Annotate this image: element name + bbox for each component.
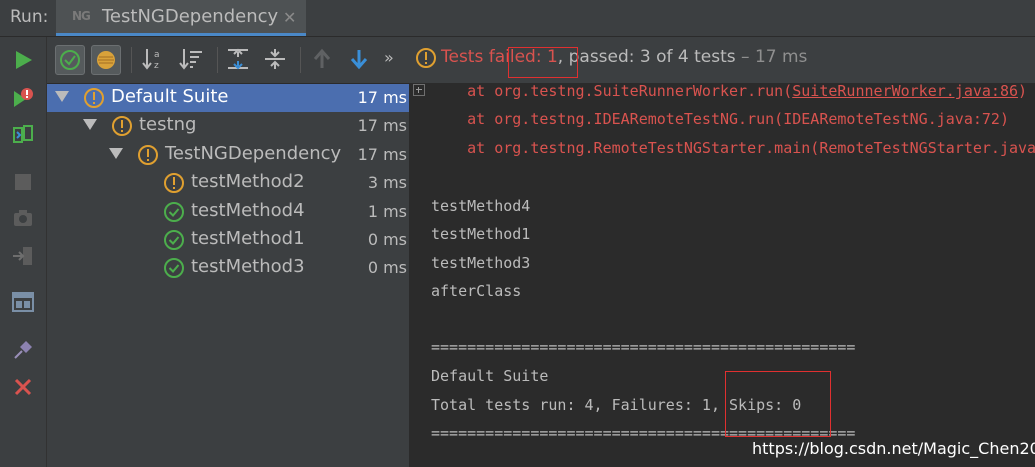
tree-node-duration: 17 ms — [357, 144, 407, 164]
test-warning-icon — [137, 144, 159, 170]
test-passed-icon — [163, 229, 185, 255]
toolbar-separator — [131, 47, 132, 73]
test-status-summary: Tests failed: 1, passed: 3 of 4 tests – … — [441, 47, 807, 67]
test-passed-icon — [163, 201, 185, 227]
tree-node-duration: 17 ms — [357, 116, 407, 136]
toolbar-separator — [217, 47, 218, 73]
console-line: afterClass — [431, 282, 522, 300]
svg-text:a: a — [154, 50, 160, 60]
test-warning-icon — [111, 115, 133, 141]
stacktrace-line: at org.testng.SuiteRunnerWorker.run(Suit… — [431, 84, 1028, 100]
tree-node-label: testng — [139, 114, 197, 136]
show-ignored-icon[interactable] — [91, 45, 121, 75]
watermark: https://blog.csdn.net/Magic_Chen2012 — [752, 439, 1035, 458]
show-passed-icon[interactable] — [55, 45, 85, 75]
toolbar-separator — [300, 47, 301, 73]
svg-text:z: z — [154, 61, 159, 71]
tab-close-icon[interactable]: ✕ — [283, 8, 296, 27]
tree-node[interactable]: Default Suite 17 ms — [47, 84, 409, 112]
test-warning-icon — [83, 87, 105, 113]
run-label: Run: — [10, 7, 49, 27]
tree-node-label: testMethod1 — [191, 228, 305, 249]
tree-node-duration: 0 ms — [367, 258, 407, 278]
tree-node-label: testMethod4 — [191, 199, 305, 221]
annotation-box — [508, 47, 578, 78]
expand-arrow-icon[interactable] — [55, 91, 69, 102]
tree-node[interactable]: TestNGDependency 17 ms — [47, 141, 409, 169]
testng-icon: NG — [72, 9, 91, 23]
left-toolbar — [0, 37, 47, 467]
test-tree: Default Suite 17 ms testng 17 ms TestNGDepen… — [47, 84, 410, 467]
tree-node[interactable]: testMethod4 1 ms — [47, 198, 409, 226]
pin-icon[interactable] — [11, 338, 35, 362]
tab-title: TestNGDependency — [102, 6, 279, 27]
tests-duration-text: – 17 ms — [735, 47, 808, 67]
tree-node[interactable]: testMethod2 3 ms — [47, 169, 409, 197]
tab-testngdependency[interactable]: NG TestNGDependency ✕ — [56, 0, 306, 36]
expand-arrow-icon[interactable] — [109, 147, 123, 159]
console-line: testMethod1 — [431, 225, 531, 243]
tree-node-duration: 3 ms — [367, 173, 407, 193]
tree-node-duration: 1 ms — [367, 201, 407, 221]
stop-icon[interactable] — [11, 170, 35, 194]
tree-node-label: TestNGDependency — [165, 142, 342, 164]
source-link[interactable]: SuiteRunnerWorker.java:86 — [792, 84, 1018, 100]
console-separator: ========================================… — [431, 338, 856, 356]
close-icon[interactable] — [11, 375, 35, 399]
expand-all-icon[interactable] — [224, 45, 254, 75]
collapse-all-icon[interactable] — [261, 45, 291, 75]
console-line: testMethod3 — [431, 254, 531, 272]
console-line: testMethod4 — [431, 197, 531, 215]
test-passed-icon — [163, 257, 185, 283]
warning-icon — [415, 47, 437, 73]
tree-node-label: testMethod3 — [191, 256, 305, 278]
dump-threads-icon[interactable] — [11, 206, 35, 230]
stacktrace-line: at org.testng.RemoteTestNGStarter.main(R… — [431, 139, 1035, 157]
annotation-box — [725, 371, 831, 437]
previous-failed-icon[interactable] — [308, 45, 338, 75]
run-tab-bar: Run: NG TestNGDependency ✕ — [0, 0, 1035, 37]
console-output: at org.testng.SuiteRunnerWorker.run(Suit… — [410, 84, 1035, 467]
tree-node-label: testMethod2 — [191, 171, 305, 193]
exit-icon[interactable] — [11, 244, 35, 268]
expand-stacktrace-icon[interactable] — [413, 84, 425, 96]
sort-by-duration-icon[interactable] — [177, 45, 207, 75]
tree-node-duration: 17 ms — [357, 88, 407, 107]
more-actions-chevron[interactable]: » — [384, 48, 394, 67]
toggle-auto-test-icon[interactable] — [11, 122, 35, 146]
rerun-failed-icon[interactable] — [11, 86, 35, 110]
sort-alphabetically-icon[interactable]: az — [140, 45, 170, 75]
tree-node-duration: 0 ms — [367, 230, 407, 249]
tree-node[interactable]: testMethod3 0 ms — [47, 254, 409, 282]
console-line: Default Suite — [431, 367, 549, 385]
tree-node[interactable]: testng 17 ms — [47, 112, 409, 140]
expand-arrow-icon[interactable] — [83, 119, 97, 131]
rerun-icon[interactable] — [11, 48, 35, 72]
tests-passed-text: , passed: 3 of 4 tests — [557, 47, 736, 67]
restore-layout-icon[interactable] — [11, 290, 35, 314]
next-failed-icon[interactable] — [345, 45, 375, 75]
tree-node[interactable]: testMethod1 0 ms — [47, 226, 409, 254]
tree-node-label: Default Suite — [111, 86, 229, 107]
test-warning-icon — [163, 172, 185, 198]
stacktrace-line: at org.testng.IDEARemoteTestNG.run(IDEAR… — [431, 110, 1009, 128]
